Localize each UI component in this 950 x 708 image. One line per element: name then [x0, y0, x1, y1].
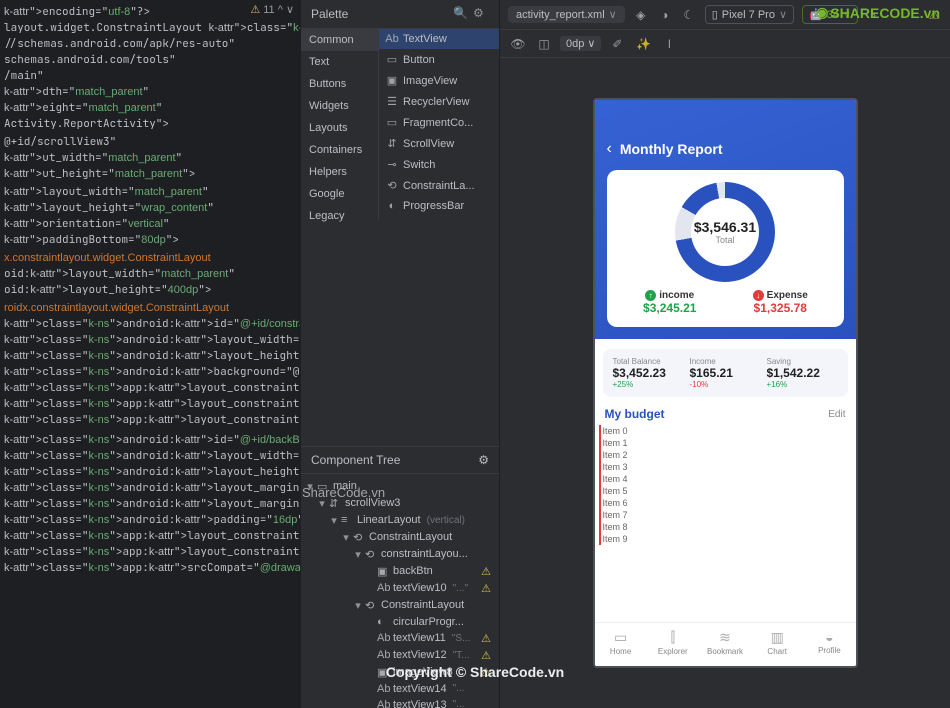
palette-category[interactable]: Containers [301, 139, 378, 161]
donut-chart: $3,546.31 Total [675, 182, 775, 282]
magic-icon[interactable]: ✨ [633, 34, 653, 54]
nav-item[interactable]: ▭Home [595, 629, 647, 656]
device-selector[interactable]: ▯Pixel 7 Pro∨ [705, 5, 794, 24]
page-title: Monthly Report [620, 141, 723, 157]
total-label: Total [694, 235, 756, 245]
watermark-logo: ◉SHARECODE.vn [816, 4, 940, 21]
palette-category[interactable]: Widgets [301, 95, 378, 117]
tree-node[interactable]: AbtextView12"T...⚠ [301, 647, 499, 664]
tree-node[interactable]: ▾⟲constraintLayou... [301, 546, 499, 563]
list-item[interactable]: Item 0 [599, 425, 852, 437]
nav-item[interactable]: ≋Bookmark [699, 629, 751, 656]
expense-value: $1,325.78 [729, 301, 832, 315]
palette-category[interactable]: Google [301, 183, 378, 205]
tree-node[interactable]: ◐circularProgr... [301, 614, 499, 630]
list-item[interactable]: Item 6 [599, 497, 852, 509]
palette-item[interactable]: ▭FragmentCo... [379, 112, 499, 133]
nav-item[interactable]: ◒Profile [803, 629, 855, 656]
palette-title: Palette [311, 7, 449, 21]
orientation-icon[interactable]: ◈ [633, 7, 649, 23]
tree-node[interactable]: AbtextView14"... [301, 681, 499, 697]
eye-icon[interactable]: 👁 [508, 34, 528, 54]
arrow-down-icon: ↓ [753, 290, 764, 301]
income-value: $3,245.21 [619, 301, 722, 315]
blueprint-icon[interactable]: ◫ [534, 34, 554, 54]
guideline-icon[interactable]: ✐ [607, 34, 627, 54]
edit-button[interactable]: Edit [828, 409, 845, 420]
palette-category[interactable]: Layouts [301, 117, 378, 139]
tree-node[interactable]: ▾⟲ConstraintLayout [301, 529, 499, 546]
list-item[interactable]: Item 2 [599, 449, 852, 461]
list-item[interactable]: Item 9 [599, 533, 852, 545]
tools-icon[interactable]: I [659, 34, 679, 54]
tree-node[interactable]: AbtextView13"... [301, 697, 499, 708]
tree-node[interactable]: ▾⟲ConstraintLayout [301, 597, 499, 614]
list-item[interactable]: Item 3 [599, 461, 852, 473]
code-editor[interactable]: ⚠ 11 ^ ∨ k-attr">encoding="utf-8"?>layou… [0, 0, 300, 708]
stat-card: Saving$1,542.22+16% [767, 357, 838, 389]
palette-item[interactable]: ⇵ScrollView [379, 133, 499, 154]
palette-item[interactable]: AbTextView [379, 29, 499, 49]
stat-card: Total Balance$3,452.23+25% [613, 357, 684, 389]
list-item[interactable]: Item 8 [599, 521, 852, 533]
list-item[interactable]: Item 1 [599, 437, 852, 449]
search-icon[interactable]: 🔍 [453, 6, 469, 22]
tree-node[interactable]: ▾≡LinearLayout(vertical) [301, 512, 499, 529]
nav-item[interactable]: ⫿Explorer [647, 629, 699, 656]
design-surface[interactable]: ‹ Monthly Report $3,546.31 Total [500, 58, 950, 708]
list-item[interactable]: Item 4 [599, 473, 852, 485]
night-icon[interactable]: ☾ [681, 7, 697, 23]
tree-node[interactable]: ▣backBtn⚠ [301, 563, 499, 580]
watermark: ShareCode.vn [302, 485, 385, 500]
palette-item[interactable]: ⊸Switch [379, 154, 499, 175]
gear-icon[interactable]: ⚙ [478, 453, 489, 467]
design-panel: activity_report.xml∨ ◈ ◑ ☾ ▯Pixel 7 Pro∨… [500, 0, 950, 708]
palette-item[interactable]: ▭Button [379, 49, 499, 70]
tree-node[interactable]: AbtextView10"..."⚠ [301, 580, 499, 597]
palette-panel: Palette 🔍 ⚙ — CommonTextButtonsWidgetsLa… [300, 0, 500, 708]
default-margin[interactable]: 0dp∨ [560, 36, 601, 51]
palette-category[interactable]: Buttons [301, 73, 378, 95]
tree-node[interactable]: AbtextView11"S...⚠ [301, 630, 499, 647]
watermark: Copyright © ShareCode.vn [386, 664, 564, 680]
total-amount: $3,546.31 [694, 219, 756, 235]
palette-item[interactable]: ◐ProgressBar [379, 196, 499, 216]
palette-category[interactable]: Common [301, 29, 378, 51]
arrow-up-icon: ↑ [645, 290, 656, 301]
palette-item[interactable]: ⟲ConstraintLa... [379, 175, 499, 196]
problems-indicator[interactable]: ⚠ 11 ^ ∨ [250, 3, 294, 16]
back-icon[interactable]: ‹ [607, 140, 612, 158]
report-card: $3,546.31 Total ↑income $3,245.21 ↓Expen… [607, 170, 844, 327]
file-selector[interactable]: activity_report.xml∨ [508, 6, 625, 23]
theme-icon[interactable]: ◑ [657, 7, 673, 23]
design-sub-toolbar: 👁 ◫ 0dp∨ ✐ ✨ I [500, 30, 950, 58]
palette-category[interactable]: Helpers [301, 161, 378, 183]
stat-card: Income$165.21-10% [690, 357, 761, 389]
palette-category[interactable]: Text [301, 51, 378, 73]
list-item[interactable]: Item 7 [599, 509, 852, 521]
nav-item[interactable]: ▥Chart [751, 629, 803, 656]
palette-item[interactable]: ▣ImageView [379, 70, 499, 91]
device-preview: ‹ Monthly Report $3,546.31 Total [593, 98, 858, 668]
palette-item[interactable]: ☰RecyclerView [379, 91, 499, 112]
budget-title: My budget [605, 407, 829, 421]
gear-icon[interactable]: ⚙ [473, 6, 489, 22]
tree-title: Component Tree [311, 453, 478, 467]
list-item[interactable]: Item 5 [599, 485, 852, 497]
